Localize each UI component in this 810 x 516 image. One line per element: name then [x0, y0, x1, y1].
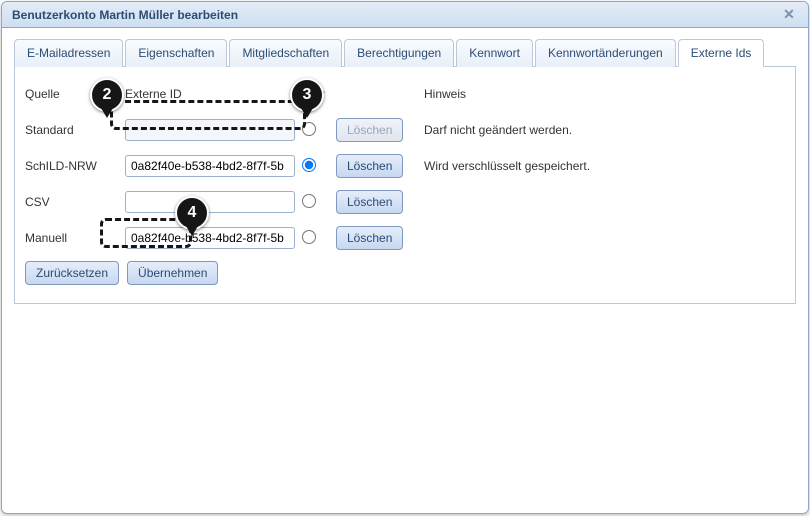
- row-csv: CSV Löschen: [25, 189, 785, 215]
- tab-kennwort[interactable]: Kennwort: [456, 39, 533, 67]
- aktiv-radio-csv[interactable]: [302, 194, 316, 208]
- tab-eigenschaften[interactable]: Eigenschaften: [125, 39, 227, 67]
- tab-mitgliedschaften[interactable]: Mitgliedschaften: [229, 39, 342, 67]
- callout-3: 3: [290, 78, 324, 112]
- titlebar: Benutzerkonto Martin Müller bearbeiten ✕: [2, 2, 808, 28]
- tab-kennwortaenderungen[interactable]: Kennwortänderungen: [535, 39, 676, 67]
- content-area: E-Mailadressen Eigenschaften Mitgliedsch…: [2, 28, 808, 513]
- tab-panel-externe-ids: Quelle Externe ID aktiv Hinweis Standard…: [14, 67, 796, 304]
- header-hinweis: Hinweis: [416, 87, 785, 101]
- dialog-window: Benutzerkonto Martin Müller bearbeiten ✕…: [1, 1, 809, 514]
- tab-berechtigungen[interactable]: Berechtigungen: [344, 39, 454, 67]
- source-label: Manuell: [25, 231, 125, 245]
- aktiv-radio-standard[interactable]: [302, 122, 316, 136]
- tab-strip: E-Mailadressen Eigenschaften Mitgliedsch…: [14, 38, 796, 67]
- aktiv-radio-schild[interactable]: [302, 158, 316, 172]
- hint-schild: Wird verschlüsselt gespeichert.: [416, 159, 785, 173]
- close-icon[interactable]: ✕: [780, 6, 798, 24]
- reset-button[interactable]: Zurücksetzen: [25, 261, 119, 285]
- source-label: CSV: [25, 195, 125, 209]
- aktiv-radio-manuell[interactable]: [302, 230, 316, 244]
- row-manuell: Manuell Löschen: [25, 225, 785, 251]
- apply-button[interactable]: Übernehmen: [127, 261, 218, 285]
- externe-id-input-schild[interactable]: [125, 155, 295, 177]
- row-standard: Standard Löschen Darf nicht geändert wer…: [25, 117, 785, 143]
- window-title: Benutzerkonto Martin Müller bearbeiten: [12, 8, 780, 22]
- tab-externe-ids[interactable]: Externe Ids: [678, 39, 765, 67]
- delete-button-standard: Löschen: [336, 118, 403, 142]
- header-externe-id: Externe ID: [125, 87, 300, 101]
- source-label: Standard: [25, 123, 125, 137]
- externe-id-input-csv[interactable]: [125, 191, 295, 213]
- delete-button-csv[interactable]: Löschen: [336, 190, 403, 214]
- tab-emailadressen[interactable]: E-Mailadressen: [14, 39, 123, 67]
- delete-button-manuell[interactable]: Löschen: [336, 226, 403, 250]
- callout-4: 4: [175, 196, 209, 230]
- delete-button-schild[interactable]: Löschen: [336, 154, 403, 178]
- externe-id-input-manuell[interactable]: [125, 227, 295, 249]
- source-label: SchILD-NRW: [25, 159, 125, 173]
- form-buttons: Zurücksetzen Übernehmen: [25, 261, 785, 285]
- row-schild-nrw: SchILD-NRW Löschen Wird verschlüsselt ge…: [25, 153, 785, 179]
- externe-id-input-standard: [125, 119, 295, 141]
- column-headers: Quelle Externe ID aktiv Hinweis: [25, 81, 785, 107]
- hint-standard: Darf nicht geändert werden.: [416, 123, 785, 137]
- callout-2: 2: [90, 78, 124, 112]
